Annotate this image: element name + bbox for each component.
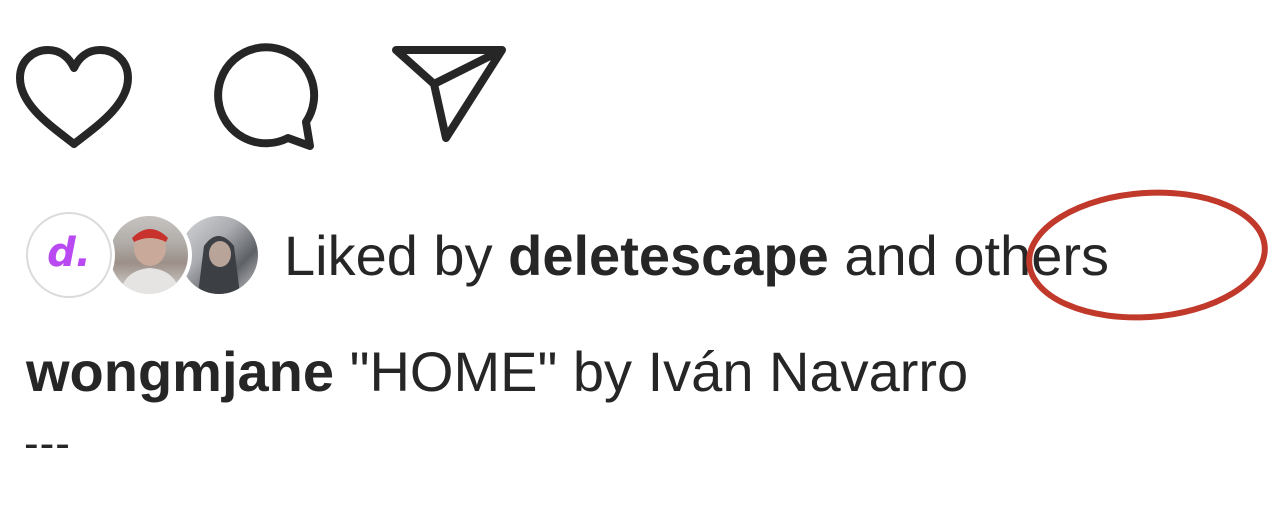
person-photo-icon [120, 229, 180, 294]
liked-by-and: and [828, 224, 954, 287]
comment-button[interactable] [208, 40, 320, 152]
like-button[interactable] [14, 44, 134, 152]
liked-by-text: Liked by deletescape and others [284, 222, 1109, 290]
liked-by-prefix: Liked by [284, 224, 509, 287]
likes-row: d. Liked by deletescape and others [26, 212, 1266, 308]
paper-plane-icon [392, 46, 506, 142]
liked-by-user-link[interactable]: deletescape [508, 224, 829, 287]
avatar-deletescape[interactable]: d. [26, 212, 112, 298]
heart-icon [16, 46, 132, 148]
caption-username[interactable]: wongmjane [26, 340, 334, 403]
caption-text: "HOME" by Iván Navarro [334, 340, 969, 403]
share-button[interactable] [390, 40, 510, 144]
post-action-bar [14, 40, 534, 152]
post-caption: wongmjane "HOME" by Iván Navarro [26, 338, 968, 406]
caption-dashes: --- [24, 419, 71, 468]
avatar-initial: d. [47, 230, 91, 276]
speech-bubble-icon [214, 43, 319, 150]
avatar[interactable] [106, 212, 192, 298]
others-link[interactable]: others [953, 224, 1109, 287]
